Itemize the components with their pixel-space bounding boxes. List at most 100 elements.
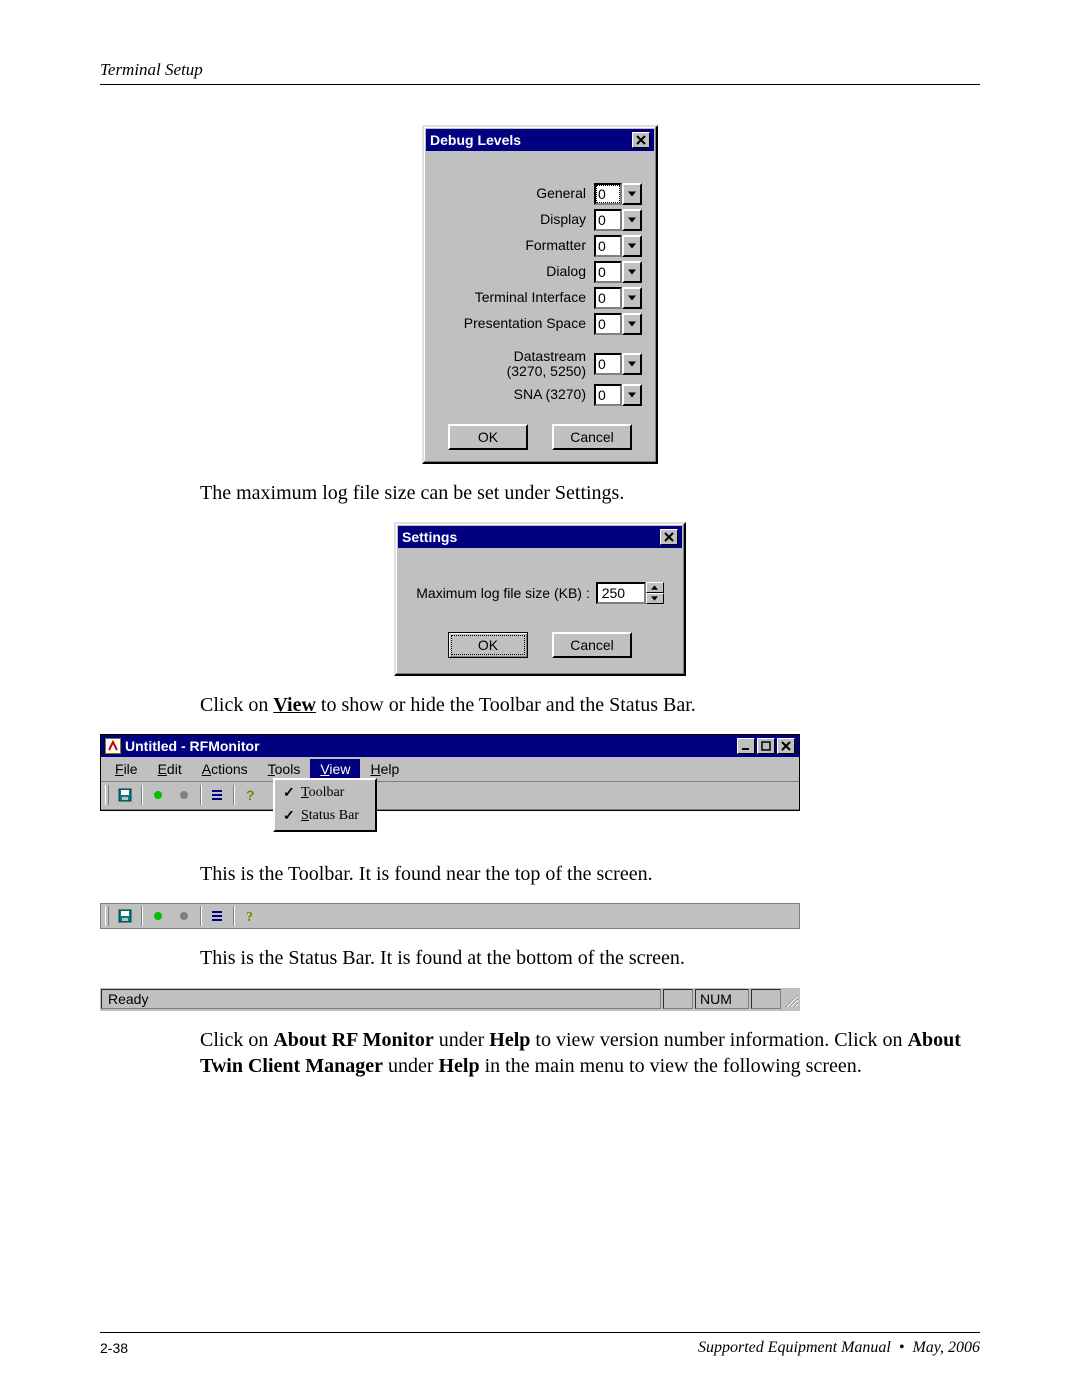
toolbar-separator: [141, 785, 142, 805]
debug-field-row: Terminal Interface: [438, 287, 642, 309]
debug-levels-title: Debug Levels: [430, 129, 630, 151]
record-grey-icon[interactable]: [172, 904, 196, 928]
spin-up-icon[interactable]: [646, 582, 664, 593]
menu-file[interactable]: File: [105, 759, 148, 779]
statusbar-num: NUM: [695, 989, 749, 1009]
spin-down-icon[interactable]: [646, 593, 664, 604]
chevron-down-icon[interactable]: [622, 209, 642, 231]
help-icon[interactable]: ?: [238, 904, 262, 928]
close-icon[interactable]: [632, 132, 650, 148]
menu-view[interactable]: View: [310, 759, 360, 779]
ok-button[interactable]: OK: [448, 424, 528, 450]
debug-field-row: Presentation Space: [438, 313, 642, 335]
toolbar-separator: [233, 785, 234, 805]
settings-title: Settings: [402, 526, 658, 548]
chevron-down-icon[interactable]: [622, 235, 642, 257]
page-footer: 2-38 Supported Equipment Manual•May, 200…: [100, 1332, 980, 1357]
debug-field-input[interactable]: [594, 384, 622, 406]
app-icon: [105, 738, 121, 754]
debug-field-input[interactable]: [594, 183, 622, 205]
chevron-down-icon[interactable]: [622, 287, 642, 309]
view-menu-item-toolbar[interactable]: ✓Toolbar: [277, 782, 373, 805]
maximize-icon[interactable]: [757, 738, 775, 754]
settings-dialog: Settings Maximum log file size (KB) : OK: [394, 522, 686, 676]
debug-field-label: Datastream (3270, 5250): [438, 349, 594, 380]
svg-text:?: ?: [246, 910, 253, 924]
rfmonitor-titlebar: Untitled - RFMonitor: [101, 735, 799, 757]
toolbar-handle[interactable]: [105, 906, 109, 926]
chevron-down-icon[interactable]: [622, 313, 642, 335]
toolbar-separator: [200, 785, 201, 805]
view-menu-dropdown: ✓Toolbar✓Status Bar: [273, 778, 377, 832]
debug-field-row: Datastream (3270, 5250): [438, 349, 642, 380]
statusbar-ready: Ready: [101, 989, 661, 1009]
menu-actions[interactable]: Actions: [192, 759, 258, 779]
svg-text:?: ?: [246, 787, 255, 803]
chevron-down-icon[interactable]: [622, 353, 642, 375]
toolbar-handle[interactable]: [105, 785, 109, 805]
debug-field-label: Display: [438, 212, 594, 227]
debug-levels-titlebar: Debug Levels: [426, 129, 654, 151]
debug-field-row: SNA (3270): [438, 384, 642, 406]
page-number: 2-38: [100, 1340, 128, 1356]
checkmark-icon: ✓: [283, 808, 295, 825]
debug-field-input[interactable]: [594, 235, 622, 257]
view-menu-item-status-bar[interactable]: ✓Status Bar: [277, 805, 373, 828]
list-icon[interactable]: [205, 783, 229, 807]
record-grey-icon[interactable]: [172, 783, 196, 807]
debug-field-label: Dialog: [438, 264, 594, 279]
menubar: FileEditActionsToolsViewHelp: [101, 757, 799, 782]
chevron-down-icon[interactable]: [622, 261, 642, 283]
statusbar: Ready NUM: [100, 987, 800, 1011]
paragraph-toolbar: This is the Toolbar. It is found near th…: [200, 861, 980, 887]
chevron-down-icon[interactable]: [622, 384, 642, 406]
menu-edit[interactable]: Edit: [148, 759, 192, 779]
debug-field-input[interactable]: [594, 261, 622, 283]
debug-field-label: Formatter: [438, 238, 594, 253]
menu-help[interactable]: Help: [360, 759, 409, 779]
ok-button[interactable]: OK: [448, 632, 528, 658]
settings-titlebar: Settings: [398, 526, 682, 548]
save-icon[interactable]: [113, 904, 137, 928]
list-icon[interactable]: [205, 904, 229, 928]
record-green-icon[interactable]: [146, 783, 170, 807]
close-icon[interactable]: [777, 738, 795, 754]
paragraph-about: Click on About RF Monitor under Help to …: [200, 1027, 980, 1079]
debug-field-label: Terminal Interface: [438, 290, 594, 305]
toolbar-separator: [200, 906, 201, 926]
debug-field-row: Formatter: [438, 235, 642, 257]
record-green-icon[interactable]: [146, 904, 170, 928]
cancel-button[interactable]: Cancel: [552, 632, 632, 658]
rfmonitor-title: Untitled - RFMonitor: [125, 735, 735, 757]
debug-field-row: Display: [438, 209, 642, 231]
debug-levels-dialog: Debug Levels General Display Formatter Dial…: [422, 125, 658, 464]
max-log-input[interactable]: [596, 582, 646, 604]
statusbar-pane-empty2: [751, 989, 781, 1009]
paragraph-view: Click on View to show or hide the Toolba…: [200, 692, 980, 718]
paragraph-max-log: The maximum log file size can be set und…: [200, 480, 980, 506]
debug-field-input[interactable]: [594, 209, 622, 231]
resize-grip-icon[interactable]: [782, 989, 800, 1009]
debug-field-label: Presentation Space: [438, 316, 594, 331]
debug-field-input[interactable]: [594, 353, 622, 375]
statusbar-pane-empty: [663, 989, 693, 1009]
max-log-label: Maximum log file size (KB) :: [416, 585, 589, 601]
help-icon[interactable]: ?: [238, 783, 262, 807]
rfmonitor-window: Untitled - RFMonitor FileEditActionsTool…: [100, 734, 800, 811]
debug-field-input[interactable]: [594, 287, 622, 309]
debug-field-row: Dialog: [438, 261, 642, 283]
checkmark-icon: ✓: [283, 785, 295, 802]
debug-field-row: General: [438, 183, 642, 205]
cancel-button[interactable]: Cancel: [552, 424, 632, 450]
debug-field-input[interactable]: [594, 313, 622, 335]
paragraph-statusbar: This is the Status Bar. It is found at t…: [200, 945, 980, 971]
minimize-icon[interactable]: [737, 738, 755, 754]
header-section-label: Terminal Setup: [100, 60, 980, 85]
toolbar-separator: [233, 906, 234, 926]
close-icon[interactable]: [660, 529, 678, 545]
menu-tools[interactable]: Tools: [258, 759, 311, 779]
debug-field-label: SNA (3270): [438, 387, 594, 402]
save-icon[interactable]: [113, 783, 137, 807]
toolbar-separator: [141, 906, 142, 926]
chevron-down-icon[interactable]: [622, 183, 642, 205]
